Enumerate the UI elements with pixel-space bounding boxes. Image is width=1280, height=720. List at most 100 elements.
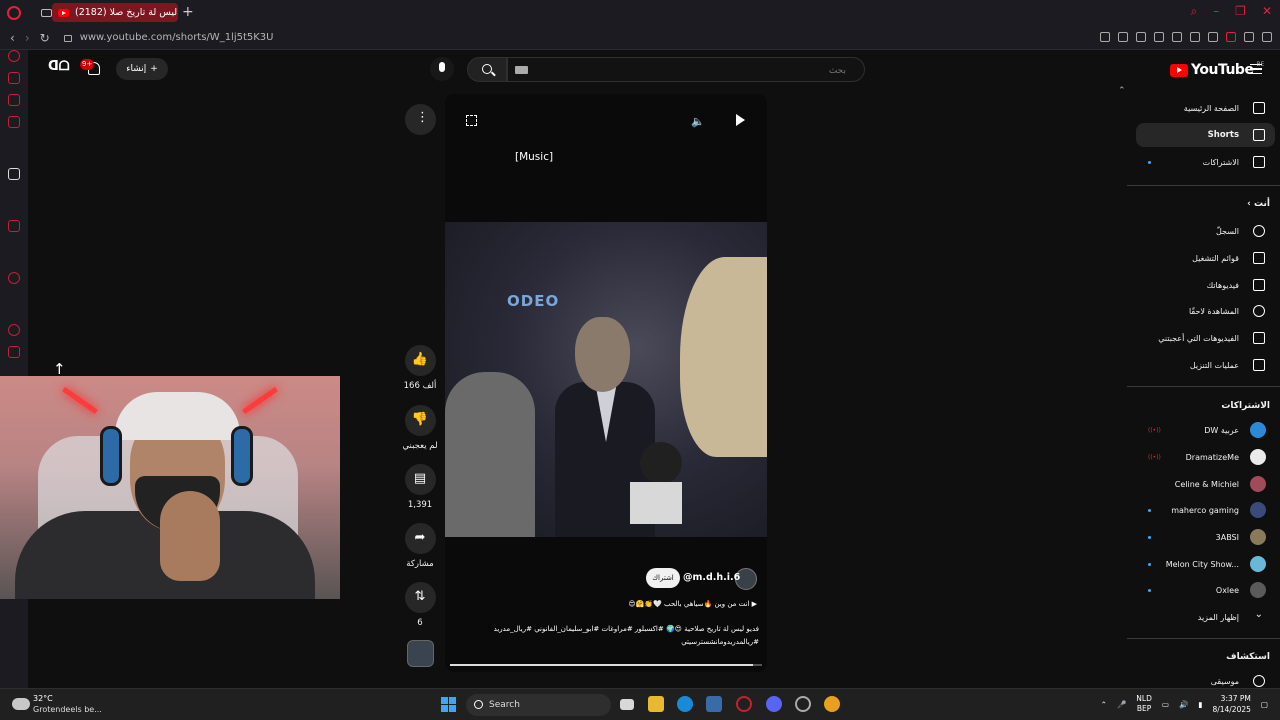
search-tabs-icon[interactable]: ⌕ bbox=[1190, 4, 1197, 19]
fullscreen-icon[interactable] bbox=[466, 115, 477, 126]
channel-logo-icon[interactable]: ᗡᗝ bbox=[48, 59, 70, 79]
guide-item-liked-videos[interactable]: الفيديوهات التي أعجبتني bbox=[1136, 326, 1275, 350]
guide-sub-3absi[interactable]: 3ABSI bbox=[1136, 525, 1275, 549]
sidebar-ai-icon[interactable] bbox=[8, 50, 20, 62]
opera-logo-icon[interactable] bbox=[7, 6, 21, 20]
taskbar-search[interactable]: Search bbox=[466, 694, 611, 716]
guide-item-your-videos[interactable]: فيديوهاتك bbox=[1136, 273, 1275, 297]
guide-sub-dw[interactable]: ((•)) DW عربية bbox=[1136, 418, 1275, 442]
weather-description[interactable]: Grotendeels be... bbox=[33, 705, 102, 714]
download-icon[interactable] bbox=[1244, 32, 1254, 42]
like-button[interactable]: 👍 bbox=[404, 345, 436, 376]
guide-collapse-icon[interactable]: ⌃ bbox=[1118, 86, 1126, 96]
weather-cloud-icon[interactable] bbox=[12, 698, 30, 710]
sidebar-player-icon[interactable] bbox=[8, 272, 20, 284]
sidebar-messenger-icon[interactable] bbox=[8, 116, 20, 128]
sidebar-history-icon[interactable] bbox=[8, 324, 20, 336]
guide-show-more[interactable]: إظهار المزيد ⌄ bbox=[1136, 605, 1275, 629]
browser-tab[interactable]: (2182) فديو ليس لة تاريخ صلا bbox=[52, 3, 178, 22]
minimize-icon[interactable]: – bbox=[1213, 4, 1219, 19]
sidebar-instagram-icon[interactable] bbox=[8, 94, 20, 106]
guide-item-downloads[interactable]: عمليات التنزيل bbox=[1136, 353, 1275, 377]
subscribe-button[interactable]: اشتراك bbox=[646, 568, 680, 588]
translate-icon[interactable] bbox=[1172, 32, 1182, 42]
guide-item-watch-later[interactable]: المشاهدة لاحقًا bbox=[1136, 299, 1275, 323]
guide-sub-oxlee[interactable]: Oxlee bbox=[1136, 578, 1275, 602]
windows-start-icon[interactable] bbox=[441, 697, 456, 712]
vpn-icon[interactable] bbox=[1136, 32, 1146, 42]
network-icon[interactable]: ▭ bbox=[1162, 700, 1169, 709]
guide-sub-melon-city[interactable]: Melon City Show... bbox=[1136, 552, 1275, 576]
sidebar-twitch-icon[interactable] bbox=[8, 220, 20, 232]
tray-mic-icon[interactable]: 🎤 bbox=[1117, 700, 1126, 709]
create-button[interactable]: إنشاء + bbox=[116, 58, 168, 80]
task-view-icon[interactable] bbox=[620, 699, 634, 710]
guide-you-header[interactable]: ‹ أنت bbox=[1136, 199, 1270, 209]
edge-icon[interactable] bbox=[677, 696, 693, 712]
comments-button[interactable]: ▤ bbox=[404, 464, 436, 495]
file-explorer-icon[interactable] bbox=[648, 696, 664, 712]
tab-title: (2182) فديو ليس لة تاريخ صلا bbox=[75, 7, 178, 18]
pin-icon[interactable] bbox=[1100, 32, 1110, 42]
remix-button[interactable]: ⇅ bbox=[404, 582, 436, 613]
url-field[interactable]: www.youtube.com/shorts/W_1lj5t5K3U bbox=[80, 32, 274, 43]
search-input[interactable] bbox=[508, 59, 864, 83]
video-description[interactable]: فديو ليس لة تاريخ صلاحية 😍🌍 #اكسبلور #مر… bbox=[473, 623, 759, 649]
extension-icon[interactable] bbox=[1154, 32, 1164, 42]
share-button[interactable]: ➦ bbox=[404, 523, 436, 554]
play-icon[interactable] bbox=[736, 114, 745, 126]
easy-setup-icon[interactable] bbox=[1262, 32, 1272, 42]
guide-item-label: السجلّ bbox=[1215, 226, 1239, 236]
shorts-player[interactable]: 🔈 [Music] ODEO @m.d.h.i.6 اشتراك ▶ انت م… bbox=[445, 94, 767, 672]
maximize-icon[interactable]: ❐ bbox=[1235, 4, 1246, 19]
keyboard-icon[interactable] bbox=[515, 66, 528, 74]
volume-icon[interactable]: 🔈 bbox=[691, 115, 705, 128]
sidebar-settings-icon[interactable] bbox=[8, 346, 20, 358]
more-options-button[interactable] bbox=[405, 104, 436, 135]
progress-fill bbox=[450, 664, 753, 666]
close-icon[interactable]: ✕ bbox=[1262, 4, 1272, 19]
voice-search-button[interactable] bbox=[430, 57, 454, 81]
chrome-icon[interactable] bbox=[824, 696, 840, 712]
clock[interactable]: 3:37 PM 8/14/2025 bbox=[1212, 693, 1250, 715]
tab-islands-icon[interactable] bbox=[41, 9, 52, 17]
back-icon[interactable]: ‹ bbox=[10, 31, 15, 45]
sidebar-arc-icon[interactable] bbox=[8, 168, 20, 180]
guide-sub-celine-michiel[interactable]: Celine & Michiel bbox=[1136, 472, 1275, 496]
store-icon[interactable] bbox=[706, 696, 722, 712]
guide-item-shorts[interactable]: Shorts bbox=[1136, 123, 1275, 147]
play-extension-icon[interactable] bbox=[1190, 32, 1200, 42]
guide-item-label: المشاهدة لاحقًا bbox=[1188, 306, 1239, 316]
sound-line[interactable]: ▶ انت من وين 🔥سياهي بالحب 🤍👏🤗😍 bbox=[617, 600, 757, 608]
video-frame[interactable]: ODEO bbox=[445, 222, 767, 537]
settings-app-icon[interactable] bbox=[795, 696, 811, 712]
sound-thumbnail[interactable] bbox=[407, 640, 434, 667]
scroll-up-arrow-icon[interactable]: ↑ bbox=[53, 360, 69, 378]
speaker-icon[interactable]: 🔊 bbox=[1179, 700, 1188, 709]
channel-handle[interactable]: @m.d.h.i.6 bbox=[683, 572, 740, 583]
reload-icon[interactable]: ↻ bbox=[40, 31, 50, 45]
discord-icon[interactable] bbox=[766, 696, 782, 712]
heart-icon[interactable] bbox=[1208, 32, 1218, 42]
notification-center-icon[interactable]: ▢ bbox=[1261, 700, 1268, 709]
new-tab-icon[interactable]: + bbox=[182, 4, 194, 20]
guide-item-subscriptions[interactable]: الاشتراكات bbox=[1136, 150, 1275, 174]
dislike-button[interactable]: 👎 bbox=[404, 405, 436, 436]
battery-icon[interactable]: ▮ bbox=[1198, 700, 1202, 709]
guide-sub-maherco[interactable]: maherco gaming bbox=[1136, 498, 1275, 522]
progress-bar[interactable] bbox=[450, 664, 762, 666]
menu-icon[interactable] bbox=[1250, 64, 1262, 74]
opera-gx-icon[interactable] bbox=[736, 696, 752, 712]
guide-item-history[interactable]: السجلّ bbox=[1136, 219, 1275, 243]
tray-chevron-up-icon[interactable]: ⌃ bbox=[1101, 700, 1107, 709]
guide-sub-dramatizeme[interactable]: ((•)) DramatizeMe bbox=[1136, 445, 1275, 469]
sidebar-shopping-icon[interactable] bbox=[8, 72, 20, 84]
forward-icon[interactable]: › bbox=[25, 31, 30, 45]
guide-item-home[interactable]: الصفحة الرئيسية bbox=[1136, 96, 1275, 120]
profile-icon[interactable] bbox=[1226, 32, 1236, 42]
language-indicator[interactable]: NLD BEP bbox=[1136, 694, 1152, 714]
snapshot-icon[interactable] bbox=[1118, 32, 1128, 42]
search-button[interactable] bbox=[467, 57, 507, 82]
guide-item-playlists[interactable]: قوائم التشغيل bbox=[1136, 246, 1275, 270]
weather-temperature[interactable]: 32°C bbox=[33, 694, 53, 703]
